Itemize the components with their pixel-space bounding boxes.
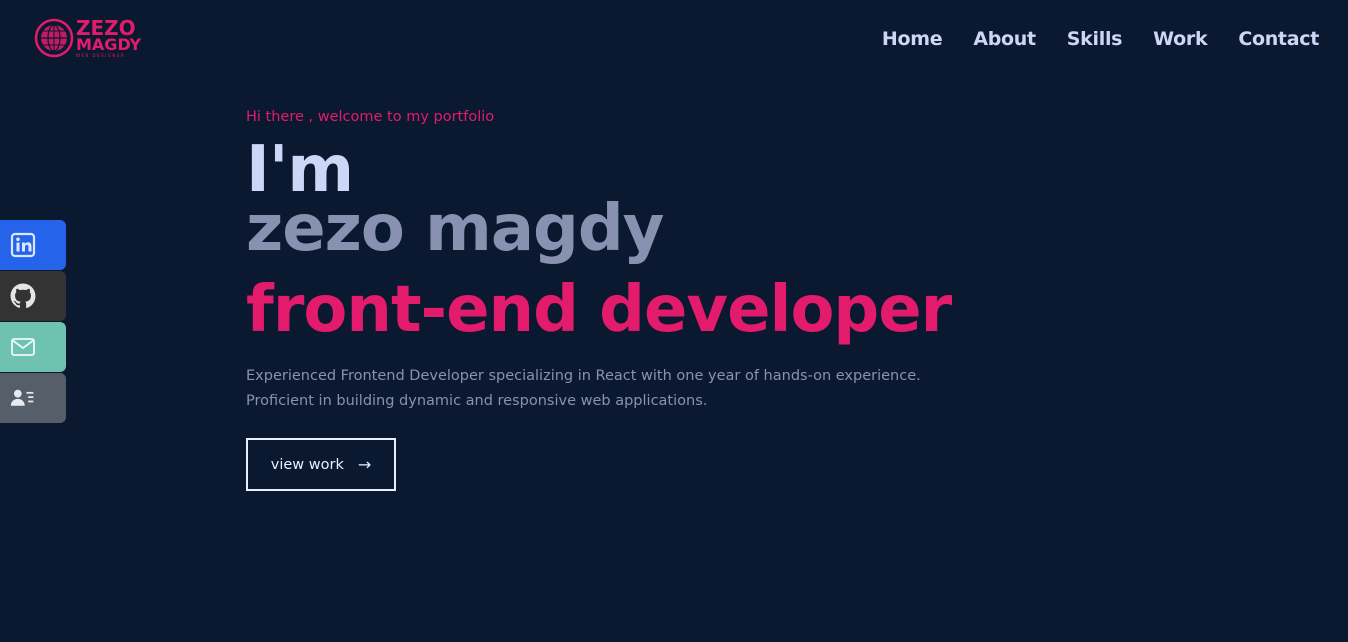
view-work-label: view work	[270, 456, 344, 473]
hero-description-line1: Experienced Frontend Developer specializ…	[246, 368, 921, 384]
logo-name-line1: ZEZO	[76, 15, 136, 40]
nav-work[interactable]: Work	[1153, 28, 1207, 50]
mail-icon	[11, 338, 35, 356]
nav-home[interactable]: Home	[882, 28, 943, 50]
hero-role: front-end developer	[246, 273, 952, 347]
portfolio-page: ZEZO MAGDY WEB DESIGNER Home About Skill…	[0, 0, 1348, 642]
hero-description-line2: Proficient in building dynamic and respo…	[246, 393, 708, 409]
arrow-right-icon: →	[357, 455, 372, 474]
hero-name: zezo magdy	[246, 192, 664, 266]
github-icon	[10, 283, 36, 309]
resume-icon	[10, 389, 34, 406]
social-resume-link[interactable]	[0, 373, 66, 423]
nav-contact[interactable]: Contact	[1238, 28, 1319, 50]
nav-skills[interactable]: Skills	[1067, 28, 1123, 50]
linkedin-icon	[10, 232, 36, 258]
main-nav: Home About Skills Work Contact	[851, 28, 1319, 50]
logo-tagline: WEB DESIGNER	[76, 52, 126, 58]
logo-name-line2: MAGDY	[76, 34, 142, 54]
logo[interactable]: ZEZO MAGDY WEB DESIGNER	[34, 18, 141, 58]
globe-icon	[34, 18, 74, 58]
social-github-link[interactable]	[0, 271, 66, 321]
hero-description: Experienced Frontend Developer specializ…	[246, 364, 926, 414]
view-work-button[interactable]: view work →	[246, 438, 396, 491]
hero-section: Hi there , welcome to my portfolio I'm z…	[246, 106, 952, 491]
social-linkedin-link[interactable]	[0, 220, 66, 270]
social-email-link[interactable]	[0, 322, 66, 372]
hero-greeting: Hi there , welcome to my portfolio	[246, 109, 495, 125]
social-sidebar	[0, 220, 66, 424]
nav-about[interactable]: About	[973, 28, 1036, 50]
